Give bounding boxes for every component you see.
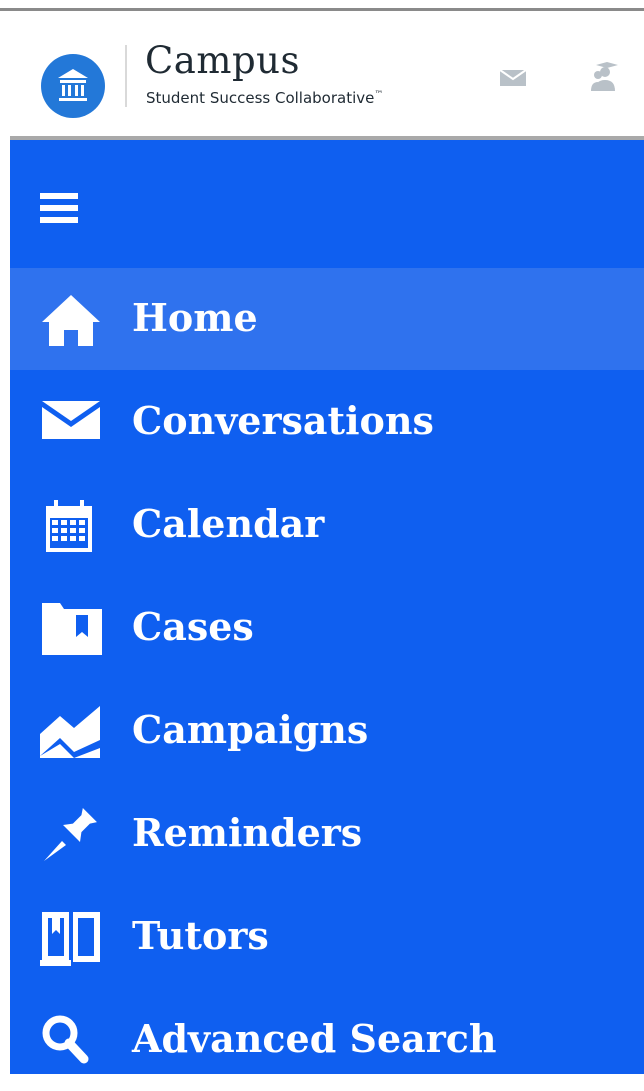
nav-item-tutors[interactable]: Tutors	[10, 886, 644, 988]
nav-item-conversations[interactable]: Conversations	[10, 371, 644, 473]
mail-icon[interactable]	[499, 68, 527, 92]
calendar-icon	[40, 498, 102, 554]
brand-title: Campus	[145, 39, 300, 82]
nav-item-reminders[interactable]: Reminders	[10, 783, 644, 885]
book-icon	[40, 910, 102, 966]
nav-label-calendar: Calendar	[132, 501, 325, 546]
app-header: Campus Student Success Collaborative™	[10, 11, 644, 140]
window-top-border	[0, 0, 644, 11]
pushpin-icon	[40, 807, 102, 863]
campus-logo-icon[interactable]	[41, 54, 105, 118]
folder-icon	[40, 601, 102, 657]
hamburger-menu-icon[interactable]	[40, 193, 78, 231]
nav-item-calendar[interactable]: Calendar	[10, 474, 644, 576]
nav-item-home[interactable]: Home	[10, 268, 644, 370]
nav-label-tutors: Tutors	[132, 913, 269, 958]
search-icon	[40, 1013, 102, 1069]
nav-item-advanced-search[interactable]: Advanced Search	[10, 989, 644, 1091]
sidebar-nav: Home Conversations Calendar Cases Campai…	[10, 140, 644, 1074]
chart-icon	[40, 704, 102, 760]
nav-label-conversations: Conversations	[132, 398, 434, 443]
nav-label-cases: Cases	[132, 604, 254, 649]
home-icon	[40, 292, 102, 348]
page-edge	[0, 1066, 10, 1074]
envelope-icon	[40, 395, 102, 451]
nav-label-campaigns: Campaigns	[132, 707, 369, 752]
trademark-mark: ™	[374, 90, 384, 100]
students-icon[interactable]	[590, 61, 620, 97]
brand-subtitle: Student Success Collaborative™	[146, 89, 384, 107]
nav-label-advanced-search: Advanced Search	[132, 1016, 497, 1061]
nav-label-home: Home	[132, 295, 258, 340]
nav-item-cases[interactable]: Cases	[10, 577, 644, 679]
logo-divider	[125, 45, 127, 107]
nav-item-campaigns[interactable]: Campaigns	[10, 680, 644, 782]
nav-label-reminders: Reminders	[132, 810, 363, 855]
